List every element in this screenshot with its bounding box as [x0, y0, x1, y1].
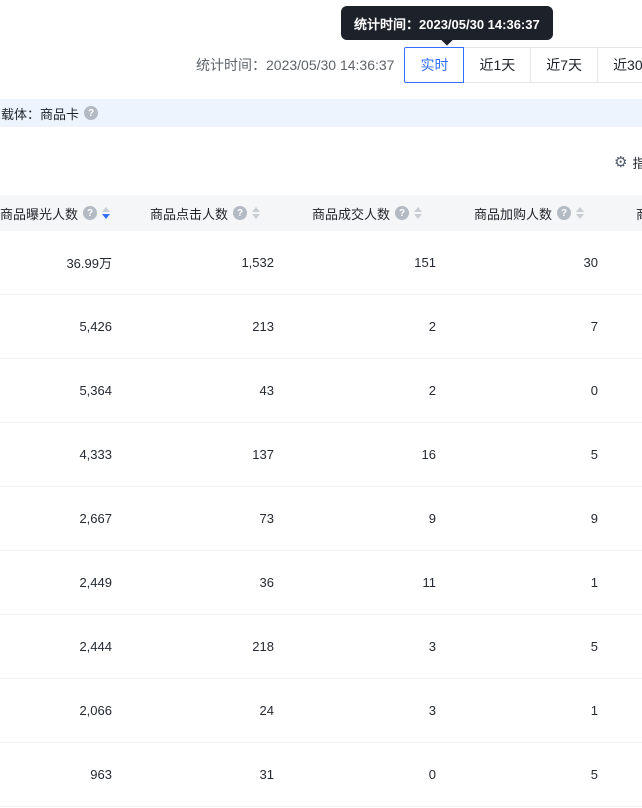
- table-cell: 2: [288, 383, 450, 398]
- sort-icon[interactable]: [576, 207, 584, 219]
- table-cell: 963: [0, 767, 126, 782]
- table-row: 5,3644320: [0, 359, 642, 423]
- column-header-clicks[interactable]: 商品点击人数 ?: [126, 204, 288, 223]
- product-metrics-table: 商品曝光人数 ? 商品点击人数 ? 商品成交人数 ? 商品加购人数 ? 商: [0, 195, 642, 807]
- table-cell: 5: [450, 767, 612, 782]
- time-range-group: 实时 近1天 近7天 近30天: [404, 47, 642, 83]
- time-filter-row: 统计时间：2023/05/30 14:36:37 实时 近1天 近7天 近30天: [196, 47, 642, 83]
- column-header-addcart[interactable]: 商品加购人数 ?: [450, 204, 612, 223]
- help-icon[interactable]: ?: [84, 106, 98, 120]
- range-button-1day[interactable]: 近1天: [463, 47, 531, 83]
- sort-desc-icon: [252, 214, 260, 219]
- table-cell: 24: [126, 703, 288, 718]
- table-row: 2,44421835: [0, 615, 642, 679]
- sort-asc-icon: [414, 207, 422, 212]
- sort-desc-icon: [102, 214, 110, 219]
- sort-desc-icon: [414, 214, 422, 219]
- analytics-page: 统计时间：2023/05/30 14:36:37 统计时间：2023/05/30…: [0, 0, 642, 808]
- tooltip-arrow-icon: [441, 34, 452, 45]
- carrier-label: 载体：商品卡: [1, 104, 79, 123]
- range-button-realtime[interactable]: 实时: [404, 47, 464, 83]
- table-cell: 1: [450, 575, 612, 590]
- help-icon[interactable]: ?: [83, 206, 97, 220]
- column-header-truncated[interactable]: 商: [612, 204, 642, 223]
- table-cell: 9: [450, 511, 612, 526]
- table-cell: 9: [288, 511, 450, 526]
- sort-icon[interactable]: [414, 207, 422, 219]
- table-cell: 1,532: [126, 255, 288, 270]
- help-icon[interactable]: ?: [557, 206, 571, 220]
- table-cell: 5: [450, 447, 612, 462]
- carrier-bar: 载体：商品卡 ?: [0, 99, 642, 127]
- table-cell: 31: [126, 767, 288, 782]
- stat-time-value: 2023/05/30 14:36:37: [266, 57, 394, 73]
- table-cell: 151: [288, 255, 450, 270]
- table-row: 4,333137165: [0, 423, 642, 487]
- column-label: 商品成交人数: [312, 204, 390, 223]
- table-cell: 3: [288, 703, 450, 718]
- table-row: 9633105: [0, 743, 642, 807]
- column-header-exposure[interactable]: 商品曝光人数 ?: [0, 204, 126, 223]
- range-button-7day[interactable]: 近7天: [530, 47, 598, 83]
- table-cell: 3: [288, 639, 450, 654]
- table-cell: 36.99万: [0, 253, 126, 272]
- sort-asc-icon: [576, 207, 584, 212]
- table-cell: 0: [450, 383, 612, 398]
- table-cell: 7: [450, 319, 612, 334]
- column-label: 商: [636, 204, 642, 223]
- range-button-30day[interactable]: 近30天: [597, 47, 642, 83]
- stat-time-tooltip-text: 统计时间：2023/05/30 14:36:37: [354, 14, 540, 33]
- table-cell: 36: [126, 575, 288, 590]
- table-cell: 11: [288, 575, 450, 590]
- table-cell: 0: [288, 767, 450, 782]
- table-cell: 5,364: [0, 383, 126, 398]
- metrics-config-label: 指标: [632, 153, 642, 172]
- sort-icon[interactable]: [252, 207, 260, 219]
- help-icon[interactable]: ?: [395, 206, 409, 220]
- table-body: 36.99万1,532151305,426213275,36443204,333…: [0, 231, 642, 807]
- stat-time-text: 统计时间：2023/05/30 14:36:37: [196, 55, 394, 75]
- table-cell: 4,333: [0, 447, 126, 462]
- table-cell: 2,444: [0, 639, 126, 654]
- sort-icon[interactable]: [102, 207, 110, 219]
- column-label: 商品点击人数: [150, 204, 228, 223]
- table-cell: 137: [126, 447, 288, 462]
- sort-asc-icon: [252, 207, 260, 212]
- table-cell: 2,066: [0, 703, 126, 718]
- gear-icon: ⚙: [614, 155, 627, 170]
- table-cell: 213: [126, 319, 288, 334]
- table-header: 商品曝光人数 ? 商品点击人数 ? 商品成交人数 ? 商品加购人数 ? 商: [0, 195, 642, 231]
- table-cell: 30: [450, 255, 612, 270]
- table-row: 36.99万1,53215130: [0, 231, 642, 295]
- stat-time-label: 统计时间：: [196, 57, 266, 73]
- table-row: 2,0662431: [0, 679, 642, 743]
- table-cell: 73: [126, 511, 288, 526]
- table-cell: 2: [288, 319, 450, 334]
- table-cell: 218: [126, 639, 288, 654]
- column-label: 商品加购人数: [474, 204, 552, 223]
- table-cell: 5,426: [0, 319, 126, 334]
- table-row: 2,6677399: [0, 487, 642, 551]
- table-cell: 5: [450, 639, 612, 654]
- table-row: 2,44936111: [0, 551, 642, 615]
- table-cell: 1: [450, 703, 612, 718]
- metrics-config-button[interactable]: ⚙ 指标: [614, 153, 642, 172]
- help-icon[interactable]: ?: [233, 206, 247, 220]
- column-label: 商品曝光人数: [0, 204, 78, 223]
- stat-time-tooltip: 统计时间：2023/05/30 14:36:37: [341, 6, 553, 40]
- table-cell: 2,667: [0, 511, 126, 526]
- column-header-purchasers[interactable]: 商品成交人数 ?: [288, 204, 450, 223]
- table-row: 5,42621327: [0, 295, 642, 359]
- table-cell: 2,449: [0, 575, 126, 590]
- table-cell: 16: [288, 447, 450, 462]
- sort-asc-icon: [102, 207, 110, 212]
- sort-desc-icon: [576, 214, 584, 219]
- table-cell: 43: [126, 383, 288, 398]
